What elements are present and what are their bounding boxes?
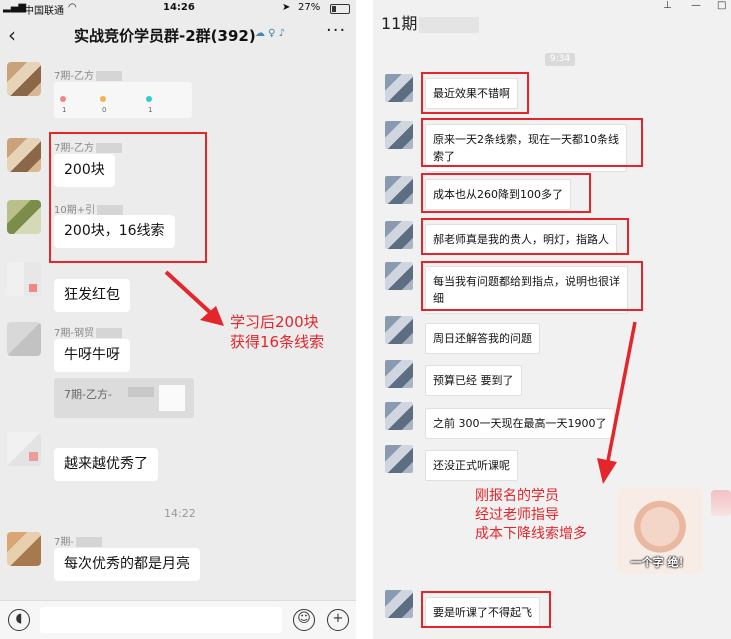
emoji-icon[interactable]: ☺ <box>293 609 315 631</box>
sender-name: 7期-钢贸 <box>54 324 122 339</box>
sticker-caption: 一个字 绝！ <box>630 556 690 569</box>
battery-icon <box>330 4 350 14</box>
chat-title: 11期 <box>381 10 480 34</box>
highlight-box <box>421 218 629 255</box>
wifi-icon: ◠ <box>68 2 77 13</box>
quoted-sender: 7期-乙方- <box>64 388 112 401</box>
annotation-line: 成本下降线索增多 <box>475 526 587 542</box>
highlight-box <box>421 72 529 114</box>
annotation-text: 刚报名的学员 经过老师指导 成本下降线索增多 <box>475 487 587 544</box>
carrier-label: 中国联通 <box>24 6 64 17</box>
plus-icon[interactable]: + <box>327 609 349 631</box>
sticker-image[interactable]: 一个字 绝！ <box>617 488 703 574</box>
sticker-image[interactable] <box>711 490 731 516</box>
maximize-icon[interactable]: □ <box>717 0 726 11</box>
avatar[interactable] <box>385 262 413 290</box>
sender-name: 7期-乙方 <box>54 67 122 82</box>
message-bubble[interactable]: 牛呀牛呀 <box>54 339 130 372</box>
card-value: 1 <box>62 106 67 114</box>
message-bubble[interactable]: 每次优秀的都是月亮 <box>54 548 200 581</box>
avatar[interactable] <box>385 360 413 388</box>
chat-header: ‹ 实战竞价学员群-2群(392) ☁ ♀ ♪ ··· <box>0 17 356 53</box>
avatar[interactable] <box>385 176 413 204</box>
annotation-line: 学习后200块 <box>230 313 319 331</box>
card-value: 0 <box>102 106 107 114</box>
message-bubble[interactable]: 之前 300一天现在最高一天1900了 <box>425 408 615 439</box>
card-dot-icon <box>100 96 106 102</box>
highlight-box <box>421 591 551 628</box>
highlight-box <box>421 261 643 311</box>
group-status-icons: ☁ ♀ ♪ <box>255 28 286 39</box>
battery-label: 27% <box>298 2 321 13</box>
back-icon[interactable]: ‹ <box>8 23 16 47</box>
input-bar: ◖ ☺ + <box>0 600 356 639</box>
avatar[interactable] <box>385 402 413 430</box>
shared-card[interactable]: 1 0 1 <box>54 82 192 118</box>
sender-name: 7期- <box>54 533 102 548</box>
pin-icon[interactable]: ⊥ <box>663 0 672 11</box>
chat-timestamp: 9:34 <box>545 53 575 66</box>
highlight-box <box>49 132 207 263</box>
message-bubble[interactable]: 越来越优秀了 <box>54 448 158 481</box>
quoted-message[interactable]: 7期-乙方- <box>54 378 194 418</box>
group-title: 实战竞价学员群-2群(392) <box>74 27 256 45</box>
message-bubble[interactable]: 预算已经 要到了 <box>425 365 522 396</box>
message-bubble[interactable]: 还没正式听课呢 <box>425 450 518 481</box>
location-icon: ➤ <box>282 2 291 13</box>
message-bubble[interactable]: 狂发红包 <box>54 279 130 312</box>
card-dot-icon <box>146 96 152 102</box>
left-chat-screen: ▂▄▆ 中国联通 ◠ 14:26 ➤ 27% ‹ 实战竞价学员群-2群(392)… <box>0 0 356 639</box>
avatar[interactable] <box>385 316 413 344</box>
avatar[interactable] <box>385 445 413 473</box>
avatar[interactable] <box>385 590 413 618</box>
avatar[interactable] <box>7 138 41 172</box>
chat-timestamp: 14:22 <box>164 507 196 520</box>
highlight-box <box>421 118 643 167</box>
avatar[interactable] <box>7 262 41 296</box>
avatar[interactable] <box>7 322 41 356</box>
annotation-text: 学习后200块 获得16条线索 <box>230 312 324 352</box>
card-value: 1 <box>148 106 153 114</box>
avatar[interactable] <box>7 200 41 234</box>
annotation-arrow <box>597 321 637 484</box>
message-input[interactable] <box>40 607 282 633</box>
signal-icon: ▂▄▆ <box>3 2 27 13</box>
annotation-line: 经过老师指导 <box>475 507 559 523</box>
avatar[interactable] <box>7 532 41 566</box>
status-bar: ▂▄▆ 中国联通 ◠ 14:26 ➤ 27% <box>0 0 356 17</box>
message-bubble[interactable]: 周日还解答我的问题 <box>425 323 540 354</box>
clock-label: 14:26 <box>163 2 195 13</box>
avatar[interactable] <box>7 62 41 96</box>
avatar[interactable] <box>7 432 41 466</box>
annotation-line: 获得16条线索 <box>230 333 325 351</box>
highlight-box <box>421 173 591 213</box>
quoted-thumbnail <box>158 384 186 412</box>
annotation-arrow <box>164 270 224 326</box>
right-chat-window: 11期 ⊥ — □ 9:34 最近效果不错啊 原来一天2条线索，现在一天都10条… <box>373 0 731 639</box>
minimize-icon[interactable]: — <box>691 0 701 11</box>
avatar[interactable] <box>385 221 413 249</box>
annotation-line: 刚报名的学员 <box>475 488 559 504</box>
avatar[interactable] <box>385 74 413 102</box>
avatar[interactable] <box>385 121 413 149</box>
voice-icon[interactable]: ◖ <box>8 609 30 631</box>
more-icon[interactable]: ··· <box>326 20 346 41</box>
card-dot-icon <box>60 96 66 102</box>
